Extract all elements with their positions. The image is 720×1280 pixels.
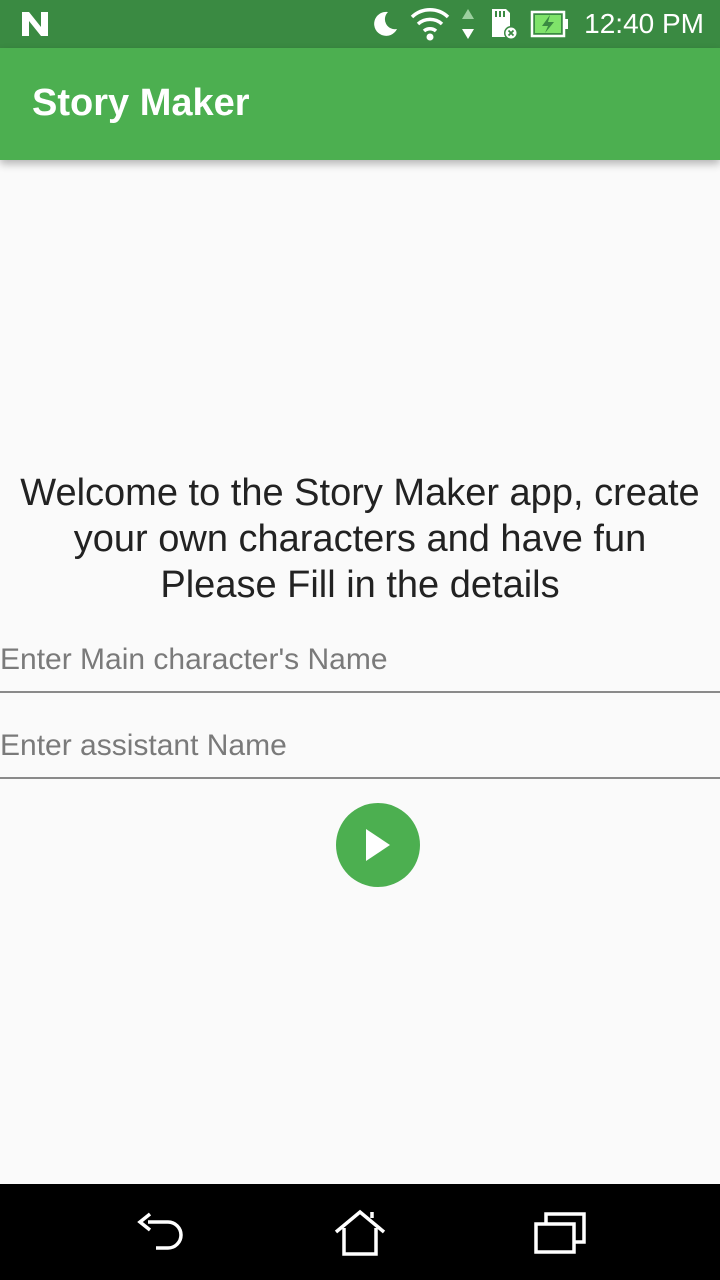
- recent-apps-button[interactable]: [532, 1208, 588, 1258]
- status-time: 12:40 PM: [584, 8, 704, 39]
- wifi-icon: [410, 8, 450, 41]
- status-icons: 12:40 PM: [370, 0, 704, 48]
- battery-charging-icon: [530, 10, 569, 38]
- play-button[interactable]: [336, 803, 420, 887]
- assistant-field: [0, 693, 720, 779]
- welcome-line-1: Welcome to the Story Maker app, create: [20, 472, 700, 514]
- play-icon: [366, 829, 390, 861]
- n-logo-icon: [22, 12, 48, 36]
- main-character-field: [0, 607, 720, 693]
- back-icon: [137, 1212, 183, 1250]
- app-bar: Story Maker: [0, 48, 720, 160]
- welcome-line-2: your own characters and have fun: [73, 518, 647, 560]
- home-icon: [334, 1209, 386, 1256]
- welcome-line-3: Please Fill in the details: [160, 564, 560, 606]
- moon-icon: [374, 11, 398, 36]
- back-button[interactable]: [132, 1208, 188, 1258]
- welcome-message: Welcome to the Story Maker app, create y…: [0, 470, 720, 608]
- navigation-bar: [0, 1184, 720, 1280]
- assistant-name-input[interactable]: [0, 729, 700, 763]
- status-bar: 12:40 PM: [0, 0, 720, 48]
- main-character-input[interactable]: [0, 643, 700, 677]
- sd-card-icon: [492, 9, 519, 40]
- home-button[interactable]: [332, 1208, 388, 1258]
- recent-apps-icon: [534, 1212, 586, 1254]
- app-title: Story Maker: [32, 82, 250, 124]
- data-arrows-icon: [462, 9, 475, 39]
